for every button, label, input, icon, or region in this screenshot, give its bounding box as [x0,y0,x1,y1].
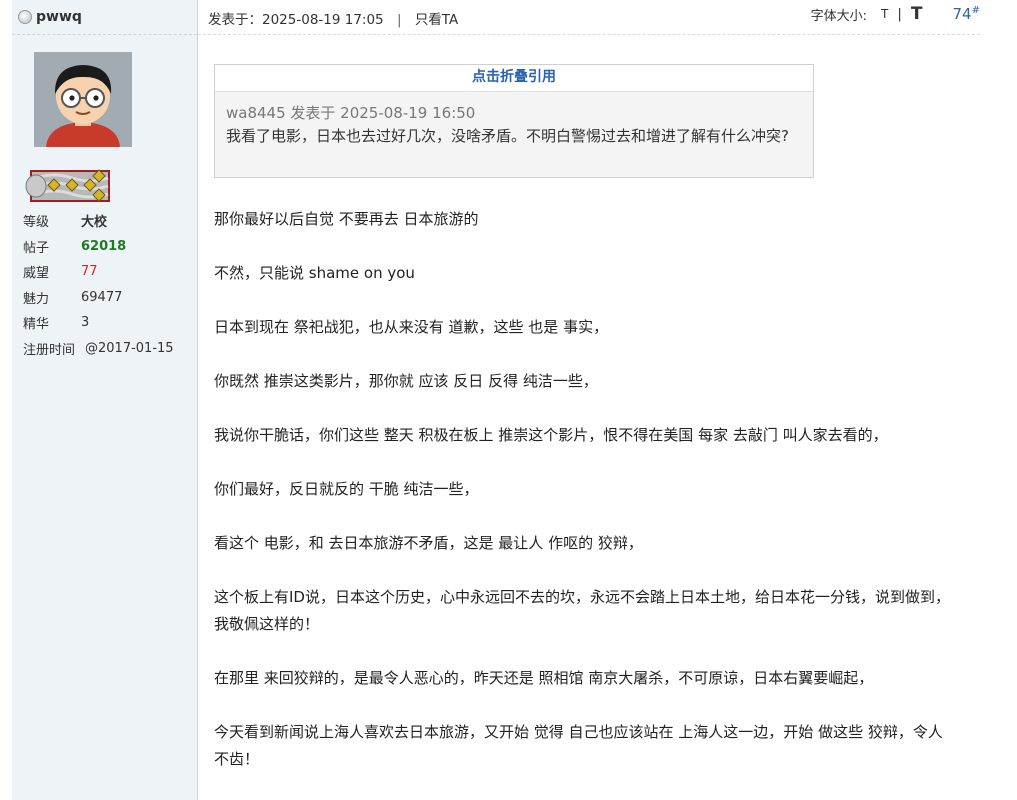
post-main: 发表于：2025-08-19 17:05 | 只看TA 字体大小: T | T … [198,0,980,800]
post-timestamp: 发表于：2025-08-19 17:05 [208,12,384,28]
post-paragraph: 你们最好，反日就反的 干脆 纯洁一些， [214,480,479,498]
stat-registered: 注册时间 @2017-01-15 [23,336,174,362]
stat-value[interactable]: 62018 [81,239,126,254]
post-paragraph: 你既然 推崇这类影片，那你就 应该 反日 反得 纯洁一些， [214,372,598,390]
floor-number-link[interactable]: 74# [953,5,980,23]
quote-block: 点击折叠引用 wa8445 发表于 2025-08-19 16:50 我看了电影… [214,64,814,178]
font-size-separator: | [897,6,902,22]
stat-digest: 精华 3 [23,310,174,336]
font-big-button[interactable]: T [911,4,923,24]
stat-value: 69477 [81,289,123,305]
post-paragraph: 看这个 电影，和 去日本旅游不矛盾，这是 最让人 作呕的 狡辩， [214,534,643,552]
stat-label: 魅力 [23,291,50,307]
stat-label: 精华 [23,317,50,333]
stat-rank: 等级 大校 [23,208,174,234]
stat-label: 等级 [23,215,50,231]
avatar[interactable] [34,52,132,147]
quote-text: 我看了电影，日本也去过好几次，没啥矛盾。不明白警惕过去和增进了解有什么冲突? [226,127,789,145]
stat-label: 帖子 [23,240,50,256]
floor-number: 74 [952,5,972,23]
quote-author-line: wa8445 发表于 2025-08-19 16:50 [226,104,476,122]
font-small-button[interactable]: T [881,7,888,21]
separator: | [396,12,402,28]
post-paragraph: 那你最好以后自觉 不要再去 日本旅游的 [214,210,479,228]
stat-charm: 魅力 69477 [23,285,174,311]
author-header: pwwq [12,0,197,35]
author-stats: 等级 大校 帖子 62018 威望 77 魅力 69477 精华 3 注册时间 … [23,208,174,361]
post-paragraph: 日本到现在 祭祀战犯，也从来没有 道歉，这些 也是 事实， [214,318,609,336]
post-paragraph: 这个板上有ID说，日本这个历史，心中永远回不去的坎，永远不会踏上日本土地，给日本… [214,588,950,633]
stat-value: 3 [81,315,90,331]
stat-value: 大校 [81,215,108,231]
stat-prestige: 威望 77 [23,259,174,285]
only-author-link[interactable]: 只看TA [415,12,458,28]
floor-suffix: # [971,5,980,16]
post-content: 那你最好以后自觉 不要再去 日本旅游的 不然，只能说 shame on you … [214,206,954,800]
stat-value: 77 [81,264,98,280]
post-info-bar: 发表于：2025-08-19 17:05 | 只看TA 字体大小: T | T … [198,0,980,35]
stat-posts: 帖子 62018 [23,234,174,260]
stat-label: 注册时间 [23,342,76,358]
rank-insignia-icon [24,168,112,204]
post-paragraph: 今天看到新闻说上海人喜欢去日本旅游，又开始 觉得 自己也应该站在 上海人这一边，… [214,723,943,768]
font-size-label: 字体大小: [810,8,867,24]
post-paragraph: 我说你干脆话，你们这些 整天 积极在板上 推崇这个影片，恨不得在美国 每家 去敲… [214,426,888,444]
post-paragraph: 在那里 来回狡辩的，是最令人恶心的，昨天还是 照相馆 南京大屠杀，不可原谅，日本… [214,669,874,687]
author-name[interactable]: pwwq [36,9,82,25]
online-status-icon [18,10,32,24]
collapse-quote-button[interactable]: 点击折叠引用 [215,65,813,92]
author-sidebar: pwwq 等级 大校 帖子 62018 威望 77 魅力 69477 精华 3 … [12,0,198,800]
stat-label: 威望 [23,266,50,282]
forum-post: pwwq 等级 大校 帖子 62018 威望 77 魅力 69477 精华 3 … [12,0,980,800]
post-paragraph: 不然，只能说 shame on you [214,264,415,282]
stat-value: @2017-01-15 [85,340,174,356]
